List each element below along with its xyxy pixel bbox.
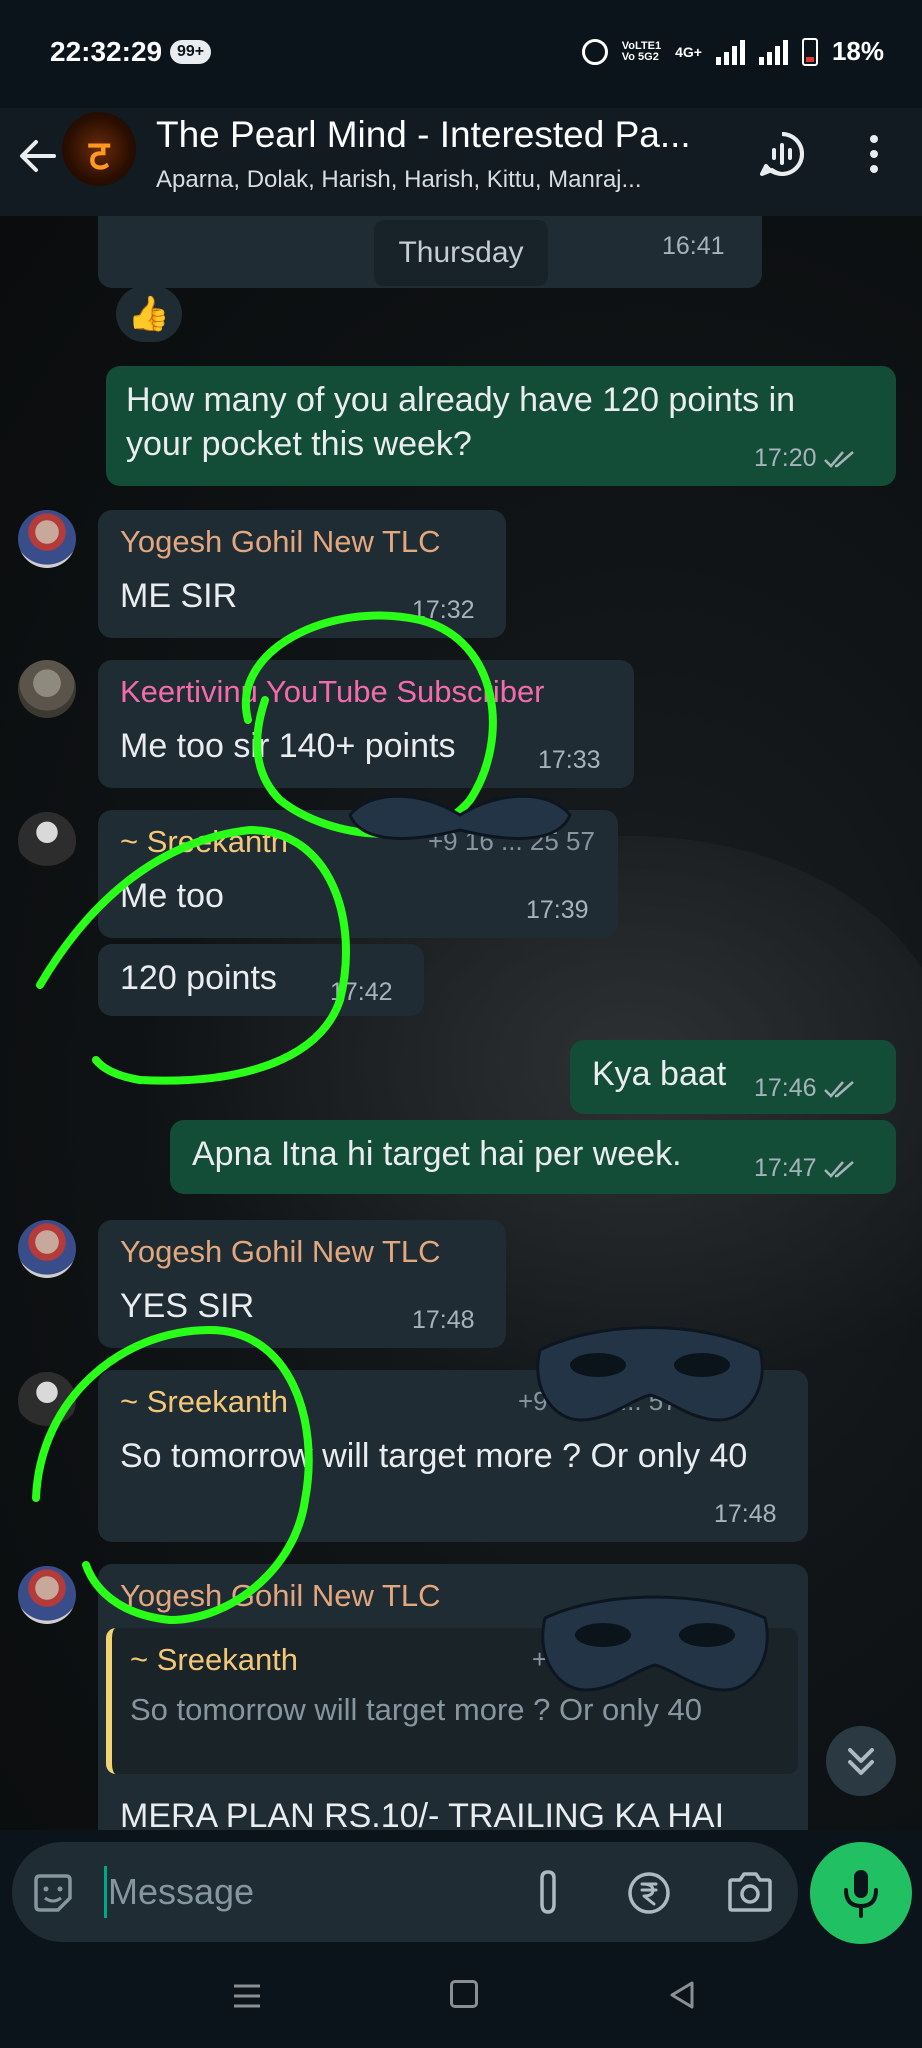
quote-sender: ~ Sreekanth bbox=[130, 1642, 299, 1677]
message-text: Me too sir 140+ points bbox=[120, 727, 456, 765]
avatar[interactable] bbox=[18, 1220, 76, 1278]
quoted-message[interactable]: ~ Sreekanth +9 ... 7 So tomorrow will ta… bbox=[106, 1628, 798, 1774]
sender-name[interactable]: ~ Sreekanth bbox=[120, 1384, 288, 1420]
back-arrow-icon[interactable] bbox=[16, 134, 60, 178]
home-icon[interactable] bbox=[450, 1980, 478, 2008]
message-time: 17:32 bbox=[412, 596, 475, 624]
incoming-message[interactable]: ~ Sreekanth +9 ... 18 ... 57 So tomorrow… bbox=[98, 1370, 808, 1542]
battery-icon bbox=[801, 37, 818, 66]
message-text: Me too bbox=[120, 877, 224, 915]
network-type-label: 4G+ bbox=[675, 43, 702, 60]
status-bar: 22:32:29 99+ VoLTE1 Vo 5G2 4G+ 18% bbox=[0, 0, 922, 108]
group-title[interactable]: The Pearl Mind - Interested Pa... bbox=[156, 114, 691, 156]
sender-phone: +9 ... 18 ... 57 bbox=[518, 1386, 678, 1416]
message-time: 17:46 bbox=[754, 1074, 857, 1103]
rupee-icon[interactable] bbox=[626, 1870, 672, 1916]
message-time: 17:33 bbox=[538, 746, 601, 774]
sender-name[interactable]: Keertivinu YouTube Subscriber bbox=[120, 674, 545, 710]
group-members[interactable]: Aparna, Dolak, Harish, Harish, Kittu, Ma… bbox=[156, 166, 642, 194]
message-time: 16:41 bbox=[662, 232, 725, 260]
volte-label: VoLTE1 Vo 5G2 bbox=[621, 39, 662, 63]
signal-1-icon bbox=[715, 39, 745, 65]
alarm-icon bbox=[581, 38, 608, 65]
quote-text: So tomorrow will target more ? Or only 4… bbox=[130, 1692, 702, 1727]
more-vert-icon[interactable] bbox=[866, 134, 882, 174]
message-text: 120 points bbox=[120, 959, 277, 997]
text-caret bbox=[104, 1866, 107, 1918]
sender-name[interactable]: Yogesh Gohil New TLC bbox=[120, 1578, 441, 1614]
attach-icon[interactable] bbox=[528, 1866, 568, 1918]
reaction-thumbs-up[interactable]: 👍 bbox=[116, 286, 182, 342]
sender-name[interactable]: Yogesh Gohil New TLC bbox=[120, 524, 441, 560]
message-time: 17:42 bbox=[330, 978, 393, 1006]
sender-name[interactable]: Yogesh Gohil New TLC bbox=[120, 1234, 441, 1270]
incoming-message[interactable]: ~ Sreekanth +9 16 ... 25 57 Me too 17:39 bbox=[98, 810, 618, 938]
double-check-icon bbox=[823, 1161, 854, 1179]
incoming-message[interactable]: Yogesh Gohil New TLC ME SIR 17:32 bbox=[98, 510, 506, 638]
message-text: How many of you already have 120 points … bbox=[126, 381, 796, 463]
group-avatar-glyph: ट bbox=[88, 134, 110, 178]
avatar[interactable] bbox=[18, 510, 76, 568]
avatar[interactable] bbox=[18, 1372, 76, 1430]
quote-phone: +9 ... 7 bbox=[532, 1644, 613, 1674]
chevron-double-down-icon bbox=[848, 1748, 874, 1775]
message-text: YES SIR bbox=[120, 1287, 255, 1325]
incoming-message[interactable]: Keertivinu YouTube Subscriber Me too sir… bbox=[98, 660, 634, 788]
double-check-icon bbox=[823, 451, 854, 469]
mic-button[interactable] bbox=[810, 1842, 912, 1944]
message-text: Apna Itna hi target hai per week. bbox=[192, 1135, 682, 1173]
voice-chat-icon[interactable] bbox=[758, 130, 806, 178]
status-icons: VoLTE1 Vo 5G2 4G+ 18% bbox=[581, 36, 884, 67]
message-text: So tomorrow will target more ? Or only 4… bbox=[120, 1437, 748, 1475]
avatar[interactable] bbox=[18, 1566, 76, 1624]
group-avatar[interactable]: ट bbox=[62, 112, 136, 186]
message-text: ME SIR bbox=[120, 577, 238, 615]
nav-back-icon[interactable] bbox=[668, 1980, 696, 2010]
avatar[interactable] bbox=[18, 660, 76, 718]
camera-icon[interactable] bbox=[724, 1868, 776, 1916]
date-chip: Thursday bbox=[374, 220, 548, 286]
message-text: MERA PLAN RS.10/- TRAILING KA HAI bbox=[120, 1797, 725, 1830]
status-time: 22:32:29 bbox=[50, 36, 163, 67]
notification-count-badge: 99+ bbox=[170, 40, 212, 64]
message-text: Kya baat bbox=[592, 1055, 727, 1093]
avatar[interactable] bbox=[18, 812, 76, 870]
recent-apps-icon[interactable] bbox=[232, 1982, 262, 2010]
battery-percent: 18% bbox=[831, 36, 884, 66]
message-time: 17:48 bbox=[714, 1500, 777, 1528]
outgoing-message[interactable]: Apna Itna hi target hai per week. 17:47 bbox=[170, 1120, 896, 1194]
double-check-icon bbox=[823, 1081, 854, 1099]
emoji-icon[interactable] bbox=[30, 1870, 76, 1916]
incoming-message[interactable]: Yogesh Gohil New TLC YES SIR 17:48 bbox=[98, 1220, 506, 1348]
message-time: 17:20 bbox=[754, 444, 857, 473]
message-time: 17:48 bbox=[412, 1306, 475, 1334]
message-time: 17:39 bbox=[526, 896, 589, 924]
message-time: 17:47 bbox=[754, 1154, 857, 1183]
incoming-message[interactable]: 120 points 17:42 bbox=[98, 944, 424, 1016]
sender-phone: +9 16 ... 25 57 bbox=[428, 826, 595, 856]
sender-name[interactable]: ~ Sreekanth bbox=[120, 824, 288, 860]
message-input[interactable] bbox=[108, 1866, 508, 1918]
mic-icon bbox=[844, 1870, 878, 1918]
signal-2-icon bbox=[758, 39, 788, 65]
outgoing-message[interactable]: Kya baat 17:46 bbox=[570, 1040, 896, 1114]
scroll-to-bottom-button[interactable] bbox=[826, 1726, 896, 1796]
outgoing-message[interactable]: How many of you already have 120 points … bbox=[106, 366, 896, 486]
